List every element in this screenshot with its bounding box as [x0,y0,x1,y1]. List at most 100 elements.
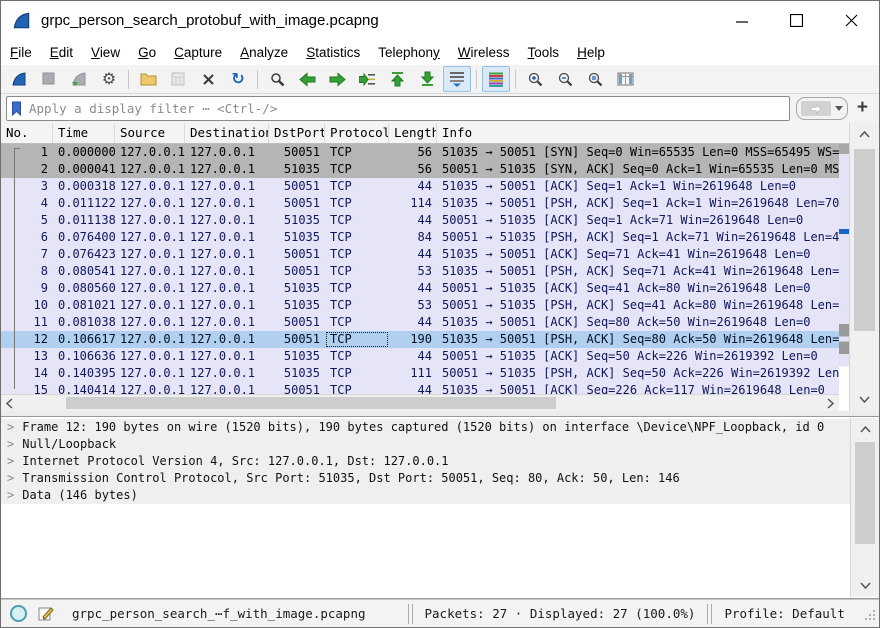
detail-line-3[interactable]: >Internet Protocol Version 4, Src: 127.0… [1,453,850,470]
packet-row-9[interactable]: 90.080560127.0.0.1127.0.0.151035TCP44500… [1,280,839,297]
column-header-dstport[interactable]: DstPort [269,123,325,143]
auto-scroll-toggle-icon[interactable] [443,66,471,92]
packet-row-15[interactable]: 150.140414127.0.0.1127.0.0.150051TCP4451… [1,382,839,394]
resize-grip[interactable] [865,609,876,624]
column-header-time[interactable]: Time [53,123,115,143]
scrollbar-thumb[interactable] [855,442,875,544]
stop-capture-icon[interactable] [35,66,63,92]
status-filename[interactable]: grpc_person_search_⋯f_with_image.pcapng [72,606,366,621]
zoom-out-icon[interactable] [551,66,579,92]
column-header-no[interactable]: No. [1,123,53,143]
menu-item-statistics[interactable]: Statistics [297,42,369,63]
resize-columns-icon[interactable] [611,66,639,92]
scroll-up-icon[interactable] [851,420,879,439]
expand-chevron-icon[interactable]: > [7,437,14,451]
apply-filter-group[interactable] [796,97,848,120]
packet-row-12[interactable]: 120.106617127.0.0.1127.0.0.150051TCP1905… [1,331,839,348]
expand-chevron-icon[interactable]: > [7,454,14,468]
packet-row-10[interactable]: 100.081021127.0.0.1127.0.0.151035TCP5350… [1,297,839,314]
details-vscrollbar[interactable] [850,418,879,597]
colorize-packets-toggle-icon[interactable] [482,66,510,92]
go-back-arrow-icon[interactable] [293,66,321,92]
packet-row-6[interactable]: 60.076400127.0.0.1127.0.0.151035TCP84500… [1,229,839,246]
expand-chevron-icon[interactable]: > [7,471,14,485]
capture-comment-icon[interactable] [38,606,54,621]
scrollbar-thumb[interactable] [854,149,875,331]
intelligent-scrollbar-minimap[interactable] [839,144,849,394]
packet-list[interactable]: 10.000000127.0.0.1127.0.0.150051TCP56510… [1,144,839,394]
packet-list-hscrollbar[interactable] [1,394,839,411]
menu-item-help[interactable]: Help [568,42,614,63]
menu-item-telephony[interactable]: Telephony [369,42,449,63]
display-filter-input[interactable] [27,98,789,120]
detail-line-1[interactable]: >Frame 12: 190 bytes on wire (1520 bits)… [1,419,850,436]
maximize-button[interactable] [769,1,824,39]
go-to-packet-icon[interactable] [353,66,381,92]
cell-info: 50051 → 51035 [PSH, ACK] Seq=1 Ack=71 Wi… [437,229,839,246]
column-header-info[interactable]: Info [437,123,849,143]
detail-line-4[interactable]: >Transmission Control Protocol, Src Port… [1,470,850,487]
cell-length: 44 [389,314,437,331]
add-filter-button[interactable]: + [855,98,874,119]
close-file-icon[interactable] [194,66,222,92]
cell-no: 1 [1,144,53,161]
packet-row-1[interactable]: 10.000000127.0.0.1127.0.0.150051TCP56510… [1,144,839,161]
cell-source: 127.0.0.1 [115,195,185,212]
start-capture-fin-icon[interactable] [5,66,33,92]
scrollbar-thumb[interactable] [66,397,556,409]
detail-line-2[interactable]: >Null/Loopback [1,436,850,453]
cell-length: 114 [389,195,437,212]
restart-capture-fin-icon[interactable] [65,66,93,92]
close-button[interactable] [824,1,879,39]
expert-info-icon[interactable] [10,605,27,622]
scroll-down-icon[interactable] [850,390,879,409]
cell-protocol: TCP [325,365,389,382]
zoom-in-icon[interactable] [521,66,549,92]
display-filter-field[interactable] [6,96,790,121]
go-to-top-arrow-icon[interactable] [383,66,411,92]
reload-file-icon[interactable]: ↻ [224,66,252,92]
find-packet-icon[interactable] [263,66,291,92]
apply-filter-arrow-icon[interactable] [801,101,831,116]
zoom-normal-icon[interactable] [581,66,609,92]
detail-line-5[interactable]: >Data (146 bytes) [1,487,850,504]
menu-item-file[interactable]: File [1,42,41,63]
packet-row-5[interactable]: 50.011138127.0.0.1127.0.0.151035TCP44500… [1,212,839,229]
packet-row-11[interactable]: 110.081038127.0.0.1127.0.0.150051TCP4451… [1,314,839,331]
expand-chevron-icon[interactable]: > [7,420,14,434]
scroll-right-icon[interactable] [822,395,839,411]
save-file-icon[interactable] [164,66,192,92]
scroll-down-icon[interactable] [851,576,879,595]
status-profile[interactable]: Profile: Default [724,606,844,621]
packet-row-13[interactable]: 130.106636127.0.0.1127.0.0.151035TCP4450… [1,348,839,365]
scroll-left-icon[interactable] [1,395,18,411]
column-header-source[interactable]: Source [115,123,185,143]
packet-row-8[interactable]: 80.080541127.0.0.1127.0.0.150051TCP53510… [1,263,839,280]
packet-row-14[interactable]: 140.140395127.0.0.1127.0.0.151035TCP1115… [1,365,839,382]
menu-item-edit[interactable]: Edit [41,42,82,63]
menu-item-go[interactable]: Go [129,42,165,63]
filter-dropdown-caret-icon[interactable] [835,106,843,111]
packet-row-2[interactable]: 20.000041127.0.0.1127.0.0.151035TCP56500… [1,161,839,178]
packet-row-7[interactable]: 70.076423127.0.0.1127.0.0.150051TCP44510… [1,246,839,263]
packet-row-3[interactable]: 30.000318127.0.0.1127.0.0.150051TCP44510… [1,178,839,195]
cell-length: 53 [389,297,437,314]
open-file-folder-icon[interactable] [134,66,162,92]
menu-item-tools[interactable]: Tools [519,42,569,63]
menu-item-wireless[interactable]: Wireless [449,42,519,63]
go-forward-arrow-icon[interactable] [323,66,351,92]
minimize-button[interactable] [714,1,769,39]
filter-bookmark-icon[interactable] [11,101,22,116]
menu-item-analyze[interactable]: Analyze [231,42,297,63]
capture-options-gear-icon[interactable]: ⚙ [95,66,123,92]
column-header-length[interactable]: Length [389,123,437,143]
menu-item-capture[interactable]: Capture [165,42,231,63]
column-header-protocol[interactable]: Protocol [325,123,389,143]
column-header-destination[interactable]: Destination [185,123,269,143]
scroll-up-icon[interactable] [850,125,879,144]
packet-list-vscrollbar[interactable] [849,123,879,411]
expand-chevron-icon[interactable]: > [7,488,14,502]
packet-row-4[interactable]: 40.011122127.0.0.1127.0.0.150051TCP11451… [1,195,839,212]
menu-item-view[interactable]: View [82,42,129,63]
go-to-bottom-arrow-icon[interactable] [413,66,441,92]
